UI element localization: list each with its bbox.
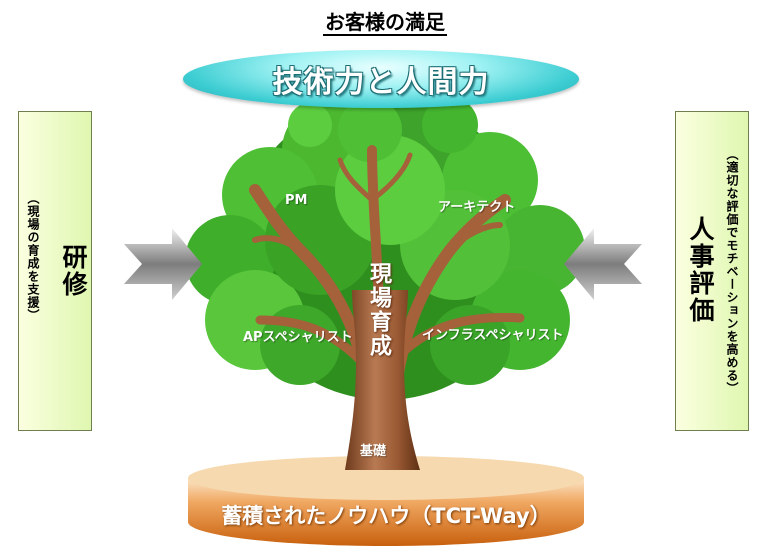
evaluation-title: 人事評価	[686, 216, 715, 324]
skills-banner: 技術力と人間力	[183, 50, 579, 108]
left-arrow	[124, 228, 202, 300]
infra-specialist-label: インフラスペシャリスト	[422, 328, 564, 343]
training-title: 研修	[59, 244, 88, 298]
pm-label: PM	[285, 193, 308, 208]
evaluation-subtitle: （適切な評価でモチベーションを高める）	[725, 148, 739, 395]
ap-specialist-label: APスペシャリスト	[243, 330, 353, 345]
architect-label: アーキテクト	[438, 200, 516, 215]
banner-text: 技術力と人間力	[272, 65, 490, 100]
foundation-label: 基礎	[360, 444, 387, 459]
onsite-training-label: 現場育成	[366, 262, 391, 358]
evaluation-panel: 人事評価 （適切な評価でモチベーションを高める）	[675, 111, 749, 431]
knowhow-text: 蓄積されたノウハウ（TCT-Way）	[221, 504, 551, 528]
training-panel: （現場の育成を支援） 研修	[18, 111, 92, 431]
training-subtitle: （現場の育成を支援）	[26, 192, 40, 322]
